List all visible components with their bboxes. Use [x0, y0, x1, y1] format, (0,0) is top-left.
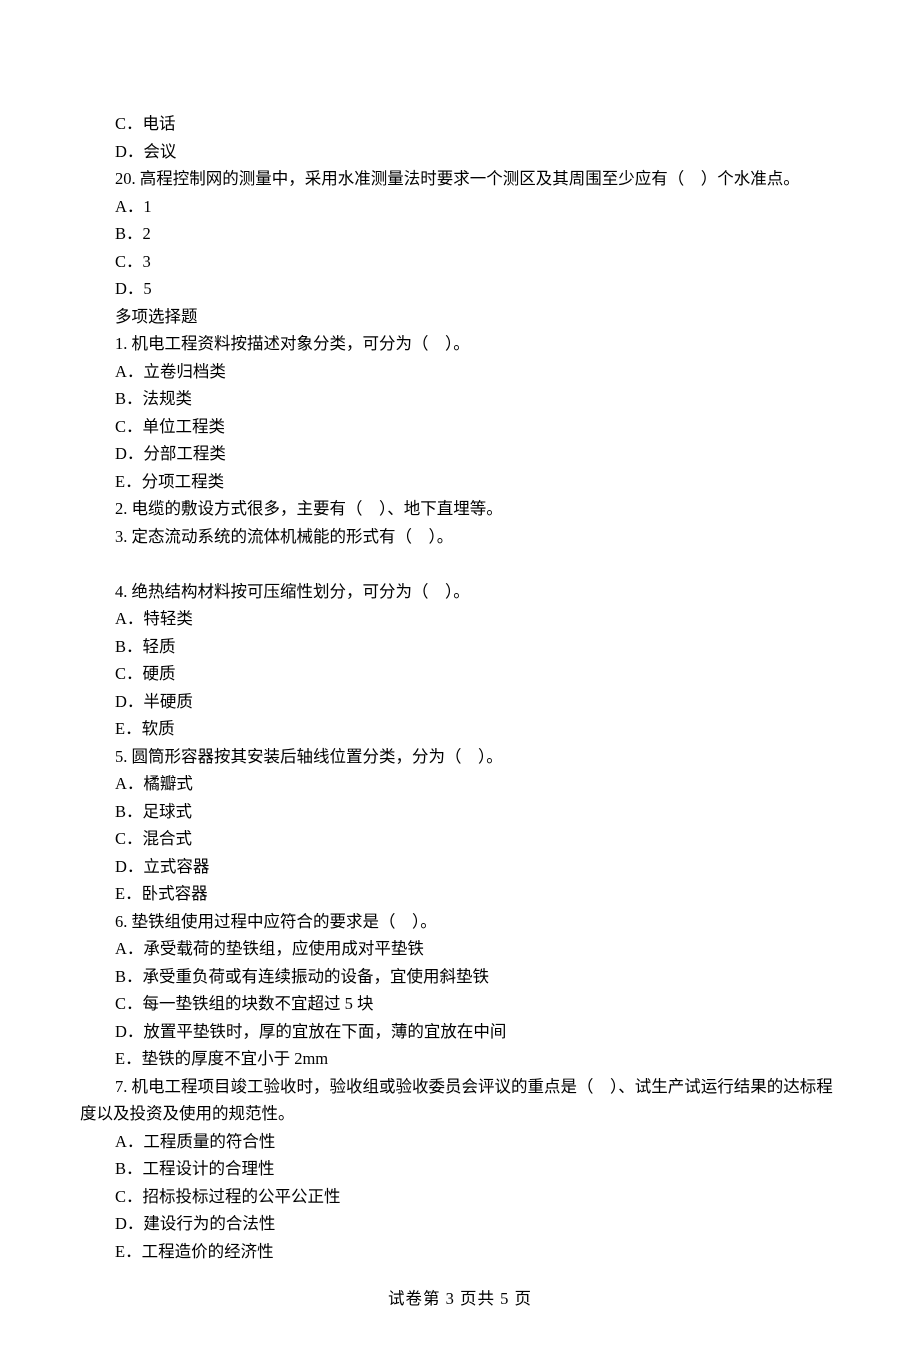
option-text: D．半硬质	[80, 688, 840, 716]
option-text: C．每一垫铁组的块数不宜超过 5 块	[80, 990, 840, 1018]
option-text: D．5	[80, 275, 840, 303]
option-text: B．轻质	[80, 633, 840, 661]
option-text: A．承受载荷的垫铁组，应使用成对平垫铁	[80, 935, 840, 963]
option-text: E．分项工程类	[80, 468, 840, 496]
option-text: B．足球式	[80, 798, 840, 826]
question-text: 1. 机电工程资料按描述对象分类，可分为（ ）。	[80, 330, 840, 358]
question-text: 4. 绝热结构材料按可压缩性划分，可分为（ ）。	[80, 578, 840, 606]
option-text: A．特轻类	[80, 605, 840, 633]
option-text: A．橘瓣式	[80, 770, 840, 798]
option-text: C．招标投标过程的公平公正性	[80, 1183, 840, 1211]
option-text: D．立式容器	[80, 853, 840, 881]
option-text: E．软质	[80, 715, 840, 743]
option-text: A．立卷归档类	[80, 358, 840, 386]
question-text: 7. 机电工程项目竣工验收时，验收组或验收委员会评议的重点是（ ）、试生产试运行…	[80, 1073, 840, 1128]
section-heading: 多项选择题	[80, 303, 840, 331]
option-text: C．3	[80, 248, 840, 276]
option-text: E．垫铁的厚度不宜小于 2mm	[80, 1045, 840, 1073]
option-text: C．单位工程类	[80, 413, 840, 441]
option-text: B．工程设计的合理性	[80, 1155, 840, 1183]
question-text: 5. 圆筒形容器按其安装后轴线位置分类，分为（ ）。	[80, 743, 840, 771]
option-text: C．电话	[80, 110, 840, 138]
question-text: 6. 垫铁组使用过程中应符合的要求是（ ）。	[80, 908, 840, 936]
option-text: D．分部工程类	[80, 440, 840, 468]
option-text: E．工程造价的经济性	[80, 1238, 840, 1266]
blank-line	[80, 550, 840, 578]
option-text: C．混合式	[80, 825, 840, 853]
option-text: E．卧式容器	[80, 880, 840, 908]
option-text: D．放置平垫铁时，厚的宜放在下面，薄的宜放在中间	[80, 1018, 840, 1046]
page-footer: 试卷第 3 页共 5 页	[80, 1265, 840, 1313]
question-text: 3. 定态流动系统的流体机械能的形式有（ ）。	[80, 523, 840, 551]
option-text: C．硬质	[80, 660, 840, 688]
option-text: B．法规类	[80, 385, 840, 413]
page-content: C．电话 D．会议 20. 高程控制网的测量中，采用水准测量法时要求一个测区及其…	[0, 0, 920, 1353]
question-text: 20. 高程控制网的测量中，采用水准测量法时要求一个测区及其周围至少应有（ ）个…	[80, 165, 840, 193]
option-text: B．2	[80, 220, 840, 248]
option-text: A．工程质量的符合性	[80, 1128, 840, 1156]
option-text: D．建设行为的合法性	[80, 1210, 840, 1238]
option-text: D．会议	[80, 138, 840, 166]
option-text: A．1	[80, 193, 840, 221]
option-text: B．承受重负荷或有连续振动的设备，宜使用斜垫铁	[80, 963, 840, 991]
question-text: 2. 电缆的敷设方式很多，主要有（ ）、地下直埋等。	[80, 495, 840, 523]
